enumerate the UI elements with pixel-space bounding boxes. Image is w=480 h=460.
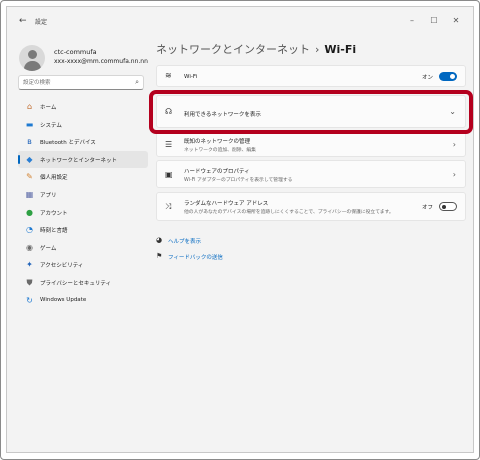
sidebar-item-label: ネットワークとインターネット <box>40 157 118 164</box>
sidebar-item-label: 個人用設定 <box>40 175 68 182</box>
search-input[interactable] <box>23 78 129 88</box>
profile-email: xxx-xxxx@mm.commufa.nn.nn <box>54 58 148 65</box>
home-icon: ⌂ <box>26 102 33 111</box>
time-language-icon: ◔ <box>26 225 33 235</box>
avatar <box>19 45 45 71</box>
avatar-body-icon <box>24 61 41 71</box>
sidebar-item-label: Bluetooth とデバイス <box>40 140 96 147</box>
help-icon: ◕ <box>156 236 163 244</box>
gaming-icon: ◉ <box>26 242 33 252</box>
toggle-knob <box>450 74 455 79</box>
avatar-head-icon <box>28 50 37 59</box>
sidebar-item-label: アカウント <box>40 210 68 217</box>
settings-search-box[interactable]: ⌕ <box>18 75 144 90</box>
apps-icon: ▦ <box>25 189 34 199</box>
minimize-button[interactable]: – <box>401 13 423 29</box>
feedback-icon: ⚑ <box>156 252 163 260</box>
profile-name: ctc-commufa <box>54 48 97 56</box>
sidebar-item-windows-update[interactable]: ↻ Windows Update <box>18 292 148 310</box>
personalization-icon: ✎ <box>26 172 33 182</box>
breadcrumb-separator: › <box>315 43 320 56</box>
app-title: 設定 <box>35 19 48 26</box>
annotation-highlight-box <box>149 90 473 134</box>
title-bar: ← 設定 – ☐ ✕ <box>7 7 473 35</box>
list-icon: ☰ <box>165 140 173 149</box>
back-arrow-icon[interactable]: ← <box>19 16 27 26</box>
window-controls: – ☐ ✕ <box>401 13 467 29</box>
selected-indicator <box>18 154 20 164</box>
sidebar-item-system[interactable]: ▬ システム <box>18 116 148 134</box>
maximize-button[interactable]: ☐ <box>423 13 445 29</box>
sidebar-item-label: 時刻と言語 <box>40 228 68 235</box>
search-icon[interactable]: ⌕ <box>135 78 139 87</box>
sidebar-item-privacy[interactable]: ⛊ プライバシーとセキュリティ <box>18 274 148 292</box>
close-button[interactable]: ✕ <box>445 13 467 29</box>
windows-update-icon: ↻ <box>26 295 33 305</box>
wifi-toggle[interactable] <box>439 72 457 81</box>
help-link[interactable]: ヘルプを表示 <box>168 237 201 245</box>
sidebar-nav: ⌂ ホーム ▬ システム ʙ Bluetooth とデバイス ◆ ネットワークと… <box>18 98 148 309</box>
chip-icon: ▣ <box>165 170 173 179</box>
hardware-properties-subtitle: Wi-Fi アダプターのプロパティを表示して管理する <box>184 178 293 183</box>
known-networks-card[interactable]: ☰ 既知のネットワークの管理 ネットワークの追加、削除、編集 › <box>156 131 466 157</box>
settings-window: ← 設定 – ☐ ✕ ctc-commufa xxx-xxxx@mm.commu… <box>6 6 474 453</box>
random-address-subtitle: 他の人があなたのデバイスの場所を追跡しにくくすることで、プライバシーの保護に役立… <box>184 210 394 215</box>
sidebar-item-gaming[interactable]: ◉ ゲーム <box>18 239 148 257</box>
sidebar-item-label: システム <box>40 122 62 129</box>
toggle-knob <box>442 204 446 209</box>
chevron-right-icon[interactable]: › <box>453 170 456 179</box>
sidebar-item-label: ゲーム <box>40 245 57 252</box>
breadcrumb-parent[interactable]: ネットワークとインターネット <box>156 43 310 56</box>
hardware-properties-title: ハードウェアのプロパティ <box>184 169 250 175</box>
screenshot-frame: ← 設定 – ☐ ✕ ctc-commufa xxx-xxxx@mm.commu… <box>0 0 480 460</box>
sidebar-item-label: Windows Update <box>40 296 87 303</box>
known-networks-title: 既知のネットワークの管理 <box>184 139 251 145</box>
sidebar-item-bluetooth[interactable]: ʙ Bluetooth とデバイス <box>18 133 148 151</box>
sidebar-item-accounts[interactable]: ● アカウント <box>18 204 148 222</box>
wifi-card: ≋ Wi-Fi オン <box>156 65 466 87</box>
sidebar-item-apps[interactable]: ▦ アプリ <box>18 186 148 204</box>
hardware-properties-card[interactable]: ▣ ハードウェアのプロパティ Wi-Fi アダプターのプロパティを表示して管理す… <box>156 160 466 188</box>
random-address-title: ランダムなハードウェア アドレス <box>184 201 269 207</box>
page-title: Wi-Fi <box>324 43 357 56</box>
wifi-icon: ≋ <box>165 71 172 80</box>
feedback-link[interactable]: フィードバックの送信 <box>168 253 223 261</box>
wifi-state-label: オン <box>421 75 433 81</box>
sidebar-item-network[interactable]: ◆ ネットワークとインターネット <box>18 150 148 169</box>
accounts-icon: ● <box>26 207 33 217</box>
network-icon: ◆ <box>26 154 33 164</box>
breadcrumb: ネットワークとインターネット › Wi-Fi <box>156 41 356 57</box>
shuffle-icon: ⤨ <box>165 202 172 211</box>
random-hardware-address-card: ⤨ ランダムなハードウェア アドレス 他の人があなたのデバイスの場所を追跡しにく… <box>156 192 466 221</box>
privacy-shield-icon: ⛊ <box>26 277 33 287</box>
sidebar-item-personalization[interactable]: ✎ 個人用設定 <box>18 168 148 186</box>
random-address-state-label: オフ <box>421 205 433 211</box>
sidebar-item-label: プライバシーとセキュリティ <box>40 280 112 287</box>
random-address-toggle[interactable] <box>439 202 457 211</box>
wifi-title: Wi-Fi <box>184 74 198 80</box>
bluetooth-icon: ʙ <box>27 137 32 147</box>
sidebar-item-label: アクセシビリティ <box>40 263 84 270</box>
sidebar-item-time-language[interactable]: ◔ 時刻と言語 <box>18 221 148 239</box>
system-icon: ▬ <box>25 119 34 129</box>
chevron-right-icon[interactable]: › <box>453 140 456 149</box>
sidebar-item-label: アプリ <box>40 192 57 199</box>
sidebar-item-label: ホーム <box>40 105 57 111</box>
sidebar-item-accessibility[interactable]: ✦ アクセシビリティ <box>18 256 148 274</box>
known-networks-subtitle: ネットワークの追加、削除、編集 <box>184 148 256 153</box>
accessibility-icon: ✦ <box>26 260 33 270</box>
sidebar-item-home[interactable]: ⌂ ホーム <box>18 98 148 116</box>
